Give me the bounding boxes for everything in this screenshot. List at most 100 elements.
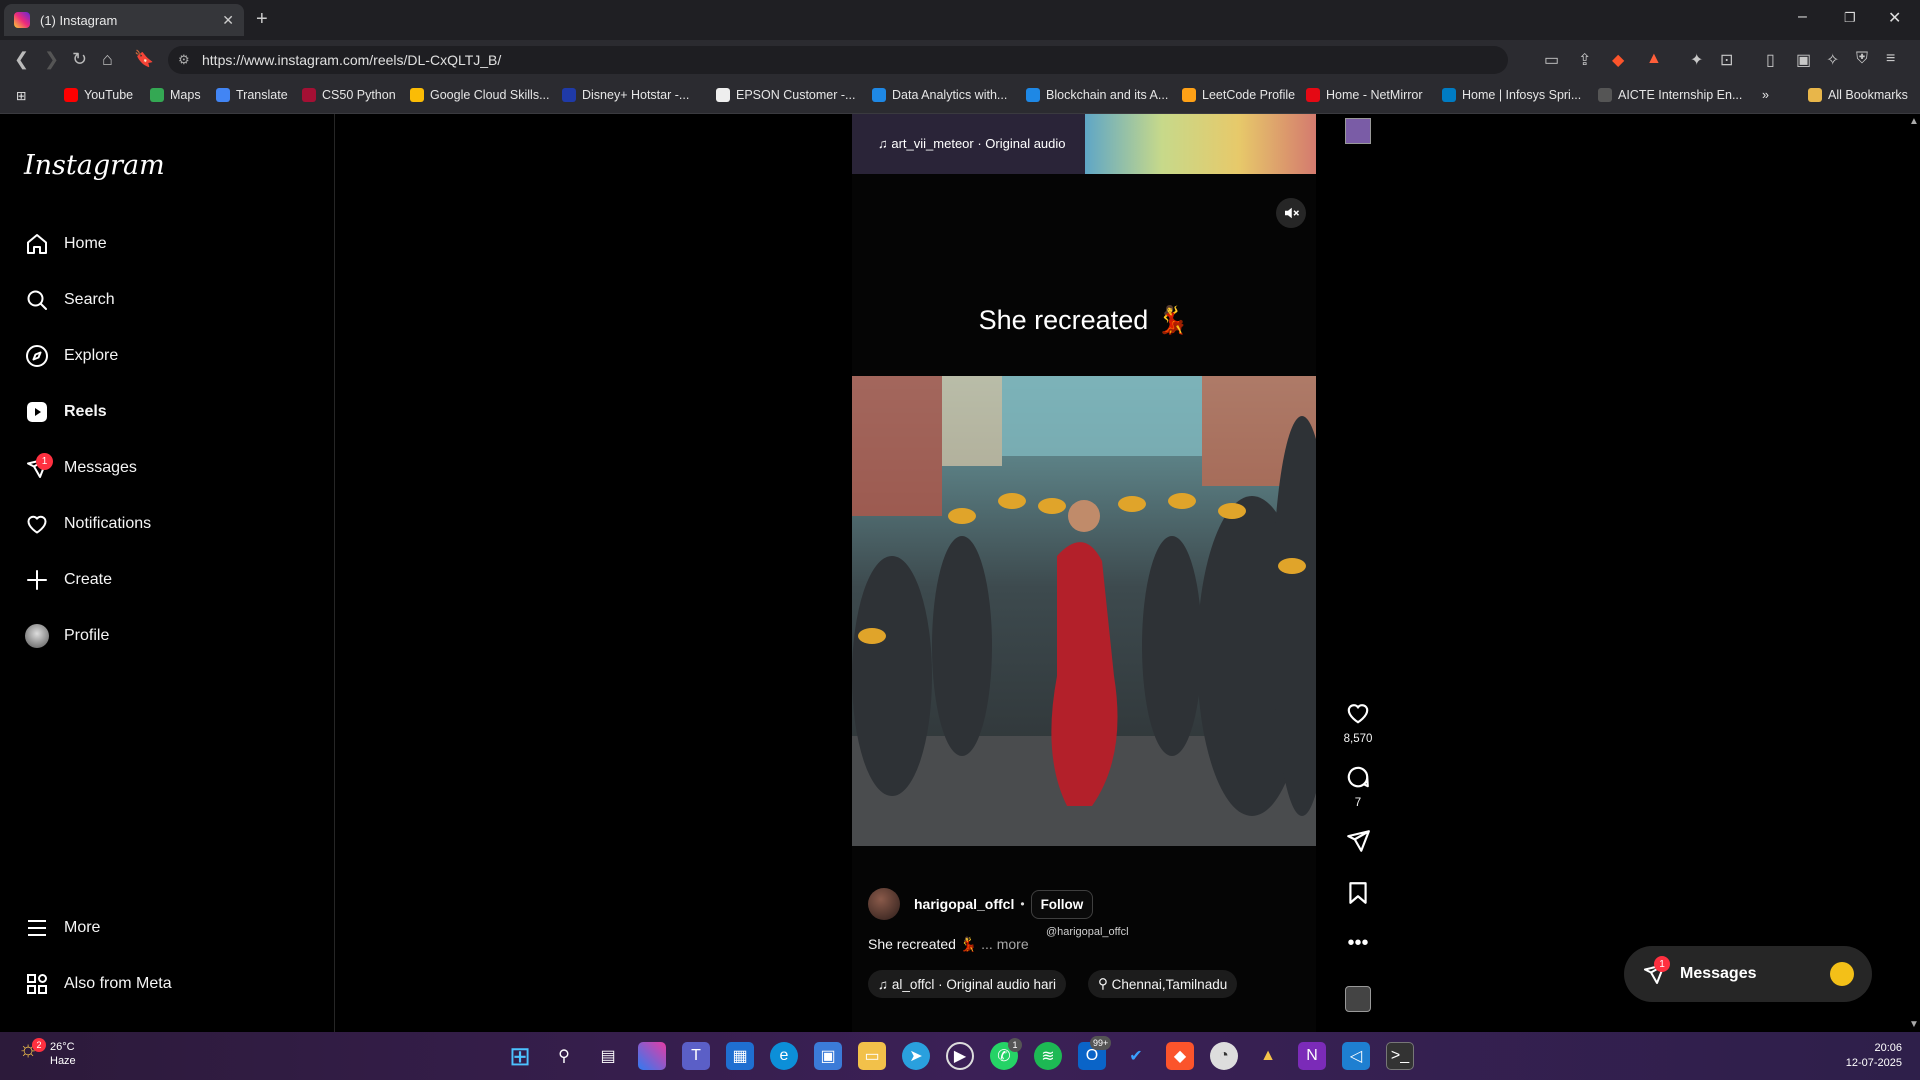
teams-icon[interactable]: T [682,1042,710,1070]
url-bar[interactable]: ⚙ https://www.instagram.com/reels/DL-CxQ… [168,46,1508,74]
media-player-icon[interactable]: ▶ [946,1042,974,1070]
bookmark-cs50[interactable]: CS50 Python [302,88,396,102]
todo-icon[interactable]: ✔ [1122,1042,1150,1070]
weather-badge: 2 [32,1038,46,1052]
bookmark-netmirror[interactable]: Home - NetMirror [1306,88,1423,102]
page-scrollbar[interactable]: ▲ ▼ [1906,114,1920,1032]
bookmark-blockchain[interactable]: Blockchain and its A... [1026,88,1168,102]
system-clock[interactable]: 20:06 12-07-2025 [1846,1041,1902,1071]
adobe-icon[interactable]: ▲ [1254,1042,1282,1070]
bookmark-epson[interactable]: EPSON Customer -... [716,88,855,102]
previous-reel-audio[interactable]: ♫ art_vii_meteor · Original audio [878,136,1066,151]
sidebar-item-notifications[interactable]: Notifications [24,504,151,544]
follow-button[interactable]: Follow [1030,889,1094,919]
bookmark-button[interactable]: 🔖 [134,49,154,69]
brave-rewards-icon[interactable]: ▲ [1646,50,1662,68]
brave-taskbar-icon[interactable]: ◆ [1166,1042,1194,1070]
author-thumbnail-prev[interactable] [1338,118,1378,149]
instagram-logo[interactable]: Instagram [24,150,165,181]
spotify-icon[interactable]: ≋ [1034,1042,1062,1070]
file-explorer-icon[interactable]: ▭ [858,1042,886,1070]
brave-shields-icon[interactable]: ◆ [1612,50,1624,70]
site-info-icon[interactable]: ⚙ [178,52,190,68]
audio-pill[interactable]: ♫ al_offcl · Original audio hari [868,970,1066,998]
edge-icon[interactable]: e [770,1042,798,1070]
author-avatar[interactable] [868,888,900,920]
reload-button[interactable]: ↻ [72,49,87,70]
menu-icon[interactable]: ≡ [1886,50,1895,68]
restore-button[interactable]: ❐ [1844,10,1856,26]
location-pill[interactable]: ⚲ Chennai,Tamilnadu [1088,970,1238,998]
home-button[interactable]: ⌂ [102,49,113,70]
author-username[interactable]: harigopal_offcl [914,896,1014,912]
screenshot-icon[interactable]: ⊡ [1720,50,1733,70]
apps-grid-icon[interactable]: ⊞ [16,88,26,103]
audio-thumbnail[interactable] [1338,986,1378,1017]
copilot-icon[interactable] [638,1042,666,1070]
scroll-up-icon[interactable]: ▲ [1909,116,1919,127]
minimize-button[interactable]: – [1798,8,1807,26]
telegram-icon[interactable]: ➤ [902,1042,930,1070]
bookmark-translate[interactable]: Translate [216,88,288,102]
clock-app-icon[interactable]: ◔ [1210,1042,1238,1070]
windows-start-icon[interactable]: ⊞ [506,1041,534,1071]
vpn-icon[interactable]: ⛨ [1856,50,1868,68]
reel-video[interactable] [852,376,1316,846]
mute-button[interactable] [1276,198,1306,228]
store-icon[interactable]: ▦ [726,1042,754,1070]
bookmark-infosys[interactable]: Home | Infosys Spri... [1442,88,1581,102]
sidebar-item-reels[interactable]: Reels [24,392,107,432]
window-close-button[interactable]: ✕ [1888,8,1901,28]
sidebar-item-explore[interactable]: Explore [24,336,118,376]
previous-reel[interactable]: ♫ art_vii_meteor · Original audio [852,114,1316,174]
bookmark-google-cloud[interactable]: Google Cloud Skills... [410,88,550,102]
extensions-icon[interactable]: ✦ [1690,50,1703,70]
sidebar-item-create[interactable]: Create [24,560,112,600]
sidebar-item-label: Also from Meta [64,975,172,992]
browser-tab-instagram[interactable]: (1) Instagram ✕ [4,4,244,36]
current-reel[interactable]: She recreated 💃 harigopal_offcl • Follow… [852,174,1316,1032]
sidebar-item-messages[interactable]: 1 Messages [24,448,137,488]
bookmark-youtube[interactable]: YouTube [64,88,133,102]
leo-ai-icon[interactable]: ✧ [1826,50,1839,70]
share-icon[interactable]: ⇪ [1578,50,1591,70]
search-icon[interactable]: ⚲ [550,1042,578,1070]
like-button[interactable]: 8,570 [1338,700,1378,745]
whatsapp-icon[interactable]: ✆ 1 [990,1038,1022,1070]
bookmark-maps[interactable]: Maps [150,88,201,102]
vscode-icon[interactable]: ◁ [1342,1042,1370,1070]
forward-button[interactable]: ❯ [44,49,59,70]
onenote-icon[interactable]: N [1298,1042,1326,1070]
save-button[interactable] [1338,880,1378,911]
new-tab-button[interactable]: + [256,8,268,31]
sidebar-item-home[interactable]: Home [24,224,107,264]
comment-button[interactable]: 7 [1338,764,1378,809]
messages-floating-button[interactable]: 1 Messages [1624,946,1872,1002]
bookmark-hotstar[interactable]: Disney+ Hotstar -... [562,88,689,102]
caption-text: She recreated 💃 [868,936,978,952]
back-button[interactable]: ❮ [14,49,29,70]
bookmark-aicte[interactable]: AICTE Internship En... [1598,88,1742,102]
more-options-icon[interactable]: ••• [1338,932,1378,955]
outlook-icon[interactable]: O 99+ [1078,1036,1112,1070]
tagged-handle[interactable]: @harigopal_offcl [1046,926,1129,938]
bookmark-data-analytics[interactable]: Data Analytics with... [872,88,1007,102]
task-view-icon[interactable]: ▤ [594,1042,622,1070]
sidebar-item-more[interactable]: More [24,908,100,948]
scroll-down-icon[interactable]: ▼ [1909,1019,1919,1030]
cast-icon[interactable]: ▭ [1544,50,1559,70]
sidebar-toggle-icon[interactable]: ▯ [1766,50,1775,70]
terminal-icon[interactable]: >_ [1386,1042,1414,1070]
sidebar-item-search[interactable]: Search [24,280,115,320]
bookmarks-overflow-icon[interactable]: » [1762,88,1769,102]
sidebar-item-also-from-meta[interactable]: Also from Meta [24,964,172,1004]
share-button[interactable] [1338,828,1378,859]
bookmark-leetcode[interactable]: LeetCode Profile [1182,88,1295,102]
weather-widget[interactable]: ☼ 2 26°C Haze [18,1038,76,1068]
sidebar-item-profile[interactable]: Profile [24,616,109,656]
tab-close-icon[interactable]: ✕ [222,12,234,29]
caption-more-link[interactable]: ... more [981,936,1028,952]
microsoft-store-icon[interactable]: ▣ [814,1042,842,1070]
all-bookmarks[interactable]: All Bookmarks [1808,88,1908,102]
wallet-icon[interactable]: ▣ [1796,50,1811,70]
